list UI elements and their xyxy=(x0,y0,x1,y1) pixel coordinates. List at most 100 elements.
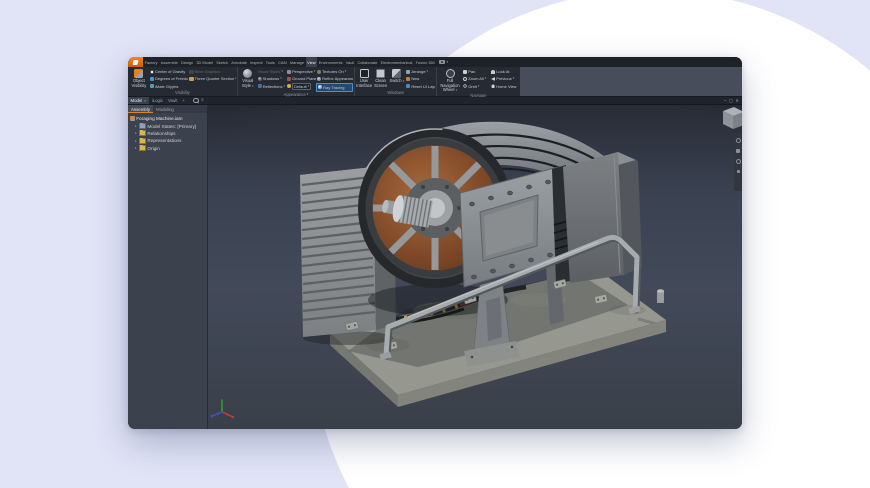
panel-navigate: Full Navigation Wheel ▾ Pan Zoom All ▾ O… xyxy=(437,67,520,98)
object-visibility-button[interactable]: Object Visibility xyxy=(129,68,149,90)
reflections-button[interactable]: Reflections ▾ xyxy=(257,83,286,90)
reset-ui-layout-button[interactable]: Reset UI Layout xyxy=(405,83,435,90)
visual-style-button[interactable]: Visual Style ▾ xyxy=(239,68,257,92)
expand-arrow-icon[interactable]: ▸ xyxy=(135,131,138,135)
add-icon: + xyxy=(182,98,185,103)
document-window-controls: – ▢ ✕ xyxy=(724,97,742,104)
three-quarter-section-view-button[interactable]: Three Quarter Section View ▾ xyxy=(188,75,236,82)
tab-inspect[interactable]: Inspect xyxy=(248,57,264,67)
view-cube[interactable] xyxy=(723,107,742,129)
chevron-down-icon: ▾ xyxy=(426,69,429,74)
main-area: Assembly Modeling Foraging Machine.iam ▸… xyxy=(128,105,742,429)
tab-tools[interactable]: Tools xyxy=(264,57,276,67)
subtab-assembly[interactable]: Assembly xyxy=(128,105,154,113)
lightbulb-icon xyxy=(286,84,291,89)
object-visibility-icon xyxy=(134,69,144,78)
previous-view-button[interactable]: Previous ▾ xyxy=(490,75,519,82)
zoom-all-button[interactable]: Zoom All ▾ xyxy=(462,75,490,82)
panel-label-windows: Windows xyxy=(387,90,404,96)
pan-button[interactable]: Pan xyxy=(462,68,490,75)
tab-electromechanical[interactable]: Electromechanical xyxy=(379,57,414,67)
ray-tracing-button[interactable]: Ray Tracing xyxy=(315,82,353,92)
shadows-button[interactable]: Shadows ▾ xyxy=(257,75,286,82)
expand-arrow-icon[interactable]: ▸ xyxy=(135,124,138,128)
switch-windows-button[interactable]: Switch ▾ xyxy=(389,68,405,90)
minimize-button[interactable]: – xyxy=(724,98,726,103)
screenshot-camera-button[interactable]: ▾ xyxy=(439,57,448,67)
orbit-icon[interactable] xyxy=(736,170,740,173)
tab-sketch[interactable]: Sketch xyxy=(215,57,230,67)
ground-plane-button[interactable]: Ground Plane ▾ xyxy=(286,75,316,82)
navigation-bar[interactable] xyxy=(734,133,742,191)
add-pane-button[interactable]: + xyxy=(180,97,188,104)
full-navigation-wheel-button[interactable]: Full Navigation Wheel ▾ xyxy=(438,68,462,93)
perspective-button[interactable]: Perspective ▾ xyxy=(286,68,316,75)
tab-cam[interactable]: CAM xyxy=(276,57,288,67)
refine-appearance-button[interactable]: Refine Appearance xyxy=(316,75,353,82)
zoom-magnifier-icon[interactable] xyxy=(735,159,741,164)
pane-tab-ilogic[interactable]: iLogic xyxy=(149,97,165,104)
file-menu-button[interactable] xyxy=(128,57,143,67)
3d-viewport[interactable] xyxy=(208,105,742,429)
ribbon: Object Visibility Center of Gravity Degr… xyxy=(128,67,742,98)
new-window-icon xyxy=(406,76,411,82)
full-navigation-wheel-label: Full Navigation Wheel ▾ xyxy=(440,78,460,92)
tab-factory[interactable]: Factory xyxy=(143,57,159,67)
tab-view[interactable]: View xyxy=(305,57,318,67)
three-quarter-section-icon xyxy=(189,76,194,82)
folder-icon xyxy=(139,145,147,152)
arrange-icon xyxy=(406,69,411,74)
tab-3d-model[interactable]: 3D Model xyxy=(195,57,215,67)
close-button[interactable]: ✕ xyxy=(735,98,739,103)
tab-manage[interactable]: Manage xyxy=(288,57,305,67)
folder-icon xyxy=(139,130,147,137)
tab-vault[interactable]: Vault xyxy=(344,57,356,67)
tab-annotate[interactable]: Annotate xyxy=(230,57,249,67)
browser-subtabs: Assembly Modeling xyxy=(128,105,207,113)
orbit-button[interactable]: Orbit ▾ xyxy=(462,83,490,90)
tree-item-relationships[interactable]: ▸ Relationships xyxy=(130,130,206,137)
lighting-style-dropdown[interactable]: Default ▾ xyxy=(286,82,316,90)
pan-hand-icon[interactable] xyxy=(736,149,740,153)
imate-glyphs-button[interactable]: iMate Glyphs xyxy=(149,83,189,90)
center-of-gravity-button[interactable]: Center of Gravity xyxy=(149,68,189,75)
tree-item-representations[interactable]: ▸ Representations xyxy=(130,137,206,144)
ground-plane-icon xyxy=(286,76,291,82)
clean-screen-button[interactable]: Clean Screen xyxy=(372,68,388,90)
expand-arrow-icon[interactable]: ▸ xyxy=(135,139,138,143)
arrange-button[interactable]: Arrange ▾ xyxy=(405,68,435,75)
zoom-magnifier-icon xyxy=(463,76,468,82)
visual-style-sphere-icon xyxy=(243,69,253,78)
tab-environments[interactable]: Environments xyxy=(317,57,344,67)
textures-on-button[interactable]: Textures On ▾ xyxy=(316,68,353,75)
search-icon[interactable] xyxy=(193,97,199,104)
look-at-button[interactable]: Look At xyxy=(490,68,519,75)
refine-appearance-icon xyxy=(316,76,322,82)
ribbon-panels: Object Visibility Center of Gravity Degr… xyxy=(128,67,520,98)
tab-design[interactable]: Design xyxy=(179,57,194,67)
degrees-of-freedom-button[interactable]: Degrees of Freedom xyxy=(149,75,188,82)
home-view-button[interactable]: Home View xyxy=(490,83,519,90)
close-icon[interactable]: ✕ xyxy=(144,99,147,103)
pane-tab-model[interactable]: Model ✕ xyxy=(128,97,150,104)
pan-hand-icon xyxy=(463,69,468,74)
pane-tab-vault[interactable]: Vault xyxy=(165,97,179,104)
look-at-icon xyxy=(491,69,496,74)
chevron-down-icon: ▾ xyxy=(446,60,449,64)
subtab-modeling[interactable]: Modeling xyxy=(153,105,177,113)
navigation-wheel-icon[interactable] xyxy=(735,138,741,143)
inventor-app-window: Factory Assemble Design 3D Model Sketch … xyxy=(128,57,742,429)
tree-item-origin[interactable]: ▸ Origin xyxy=(130,145,206,152)
tab-collaborate[interactable]: Collaborate xyxy=(356,57,379,67)
new-window-button[interactable]: New xyxy=(405,75,435,82)
tree-root-assembly[interactable]: Foraging Machine.iam xyxy=(130,115,206,122)
tab-fusion-360[interactable]: Fusion 360 xyxy=(414,57,436,67)
tree-item-model-states[interactable]: ▸ Model States: [Primary] xyxy=(130,122,206,130)
tab-assemble[interactable]: Assemble xyxy=(159,57,179,67)
expand-arrow-icon[interactable]: ▸ xyxy=(135,146,138,150)
chevron-down-icon: ▾ xyxy=(477,83,480,88)
browser-menu-icon[interactable]: ≡ xyxy=(201,98,204,103)
restore-button[interactable]: ▢ xyxy=(729,98,733,103)
user-interface-button[interactable]: User Interface xyxy=(356,68,372,90)
chevron-down-icon: ▾ xyxy=(281,69,283,74)
